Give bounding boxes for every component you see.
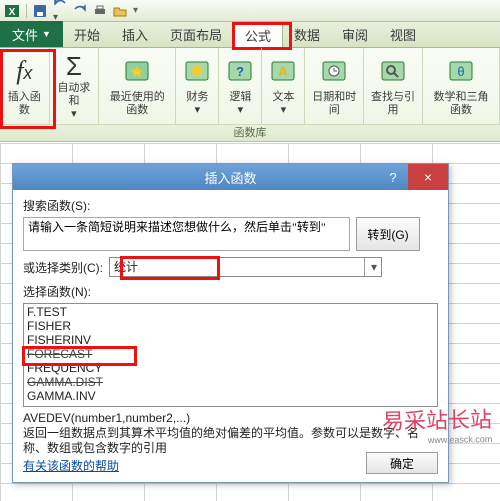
ribbon-text[interactable]: A 文本 ▾ [262,48,305,124]
highlight-tab-formulas [232,22,292,50]
dialog-close-button[interactable]: × [408,164,448,190]
tab-review[interactable]: 审阅 [331,21,379,47]
svg-text:X: X [9,7,16,18]
chevron-down-icon: ▾ [364,258,377,276]
book-clock-icon [319,56,349,86]
search-input[interactable] [23,217,350,251]
ribbon-datetime[interactable]: 日期和时间 [305,48,364,124]
ribbon: fx 插入函数 Σ 自动求和▾ 最近使用的函数 财务 ▾ ? 逻辑 ▾ A 文本 [0,48,500,142]
tab-insert[interactable]: 插入 [111,21,159,47]
save-icon[interactable] [33,4,47,18]
dialog-help-button[interactable]: ? [378,164,408,190]
dialog-title: 插入函数 [204,168,256,187]
list-item[interactable]: GAMMA.DIST [27,375,434,389]
ribbon-recent[interactable]: 最近使用的函数 [99,48,176,124]
ribbon-financial[interactable]: 财务 ▾ [176,48,219,124]
ribbon-autosum[interactable]: Σ 自动求和▾ [50,48,100,124]
function-signature: AVEDEV(number1,number2,...) [23,411,438,426]
book-theta-icon: θ [446,56,476,86]
svg-text:?: ? [236,64,244,79]
qat-more-icon[interactable]: ▾ [133,5,138,16]
svg-text:θ: θ [457,64,464,79]
watermark: 易采站长站 www.easck.com [382,402,493,446]
list-item[interactable]: FISHER [27,319,434,333]
book-q-icon: ? [225,56,255,86]
tab-view[interactable]: 视图 [379,21,427,47]
ribbon-math[interactable]: θ 数学和三角函数 [423,48,500,124]
function-help-link[interactable]: 有关该函数的帮助 [23,457,119,474]
open-icon[interactable] [113,4,127,18]
book-search-icon [378,56,408,86]
undo-icon[interactable]: ▾ [53,0,67,23]
selectfn-label: 选择函数(N): [23,283,438,300]
tab-file[interactable]: 文件▼ [0,21,63,47]
svg-text:A: A [279,64,289,79]
highlight-category [120,256,220,280]
search-label: 搜索函数(S): [23,197,438,214]
list-item[interactable]: FISHERINV [27,333,434,347]
excel-icon: X [4,3,20,19]
category-label: 或选择类别(C): [23,259,103,276]
list-item[interactable]: GAMMA.INV [27,389,434,403]
ribbon-logical[interactable]: ? 逻辑 ▾ [219,48,262,124]
print-icon[interactable] [93,4,107,18]
dialog-titlebar[interactable]: 插入函数 ? × [13,164,448,190]
sigma-icon: Σ [66,51,82,82]
book-money-icon [182,56,212,86]
ribbon-group-label: 函数库 [0,124,500,141]
list-item[interactable]: F.TEST [27,305,434,319]
book-star-icon [122,56,152,86]
highlight-insert-function [0,49,56,129]
tab-home[interactable]: 开始 [63,21,111,47]
redo-icon[interactable] [73,4,87,18]
go-button[interactable]: 转到(G) [356,217,420,251]
tab-pagelayout[interactable]: 页面布局 [159,21,233,47]
ok-button[interactable]: 确定 [366,452,438,474]
quick-access-toolbar: X ▾ ▾ [0,0,500,22]
highlight-frequency [22,346,137,366]
book-a-icon: A [268,56,298,86]
ribbon-lookup[interactable]: 查找与引用 [364,48,423,124]
